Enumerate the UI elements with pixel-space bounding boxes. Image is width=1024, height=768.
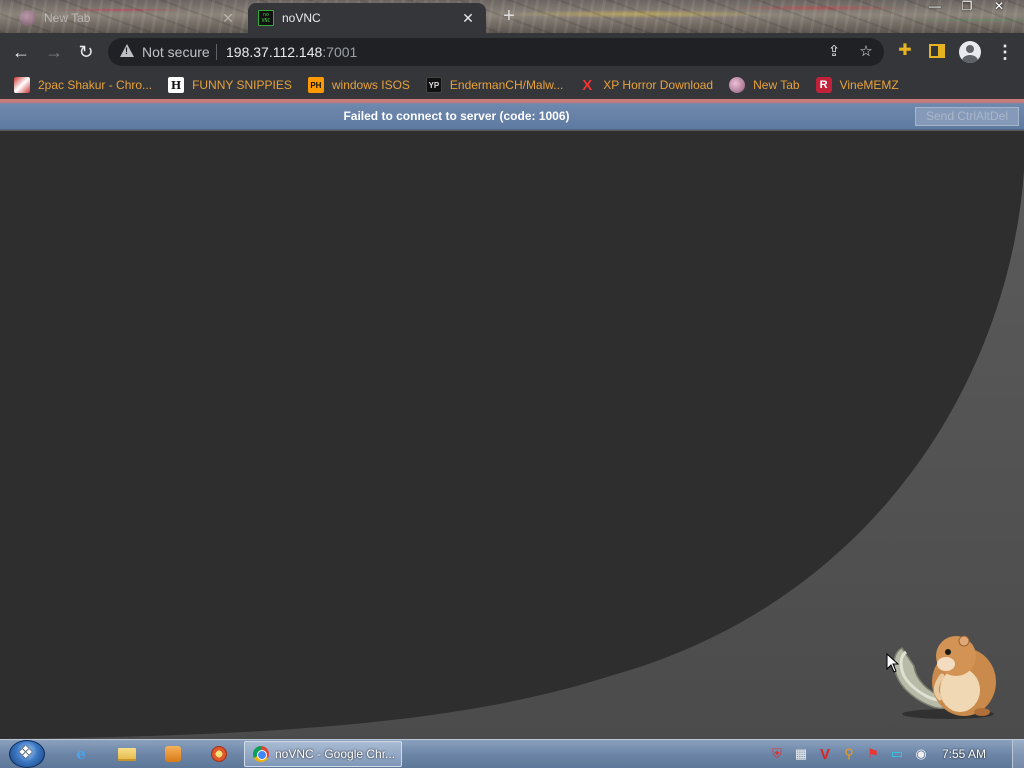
flag-icon[interactable]: ⚑	[864, 745, 882, 763]
bookmark-xp-horror[interactable]: X XP Horror Download	[579, 76, 714, 94]
bookmark-label: FUNNY SNIPPIES	[192, 78, 292, 92]
new-tab-button[interactable]: +	[498, 6, 520, 28]
tab-title: noVNC	[282, 11, 321, 25]
url-host: 198.37.112.148	[226, 44, 323, 60]
bookmark-star-icon[interactable]: ☆	[856, 42, 876, 62]
browser-toolbar: ← → ↻ Not secure 198.37.112.148:7001 ⇪ ☆…	[0, 33, 1024, 71]
bookmark-label: 2pac Shakur - Chro...	[38, 78, 153, 92]
chip-icon[interactable]: ▦	[792, 745, 810, 763]
close-icon[interactable]: ✕	[988, 0, 1010, 14]
search-tool-icon[interactable]: ⚲	[840, 745, 858, 763]
window-controls: — ❐ ✕	[924, 0, 1010, 14]
tab-title: New Tab	[44, 11, 91, 25]
internet-explorer-icon[interactable]: e	[70, 744, 92, 764]
bookmark-funny-snippies[interactable]: H FUNNY SNIPPIES	[168, 77, 292, 93]
hamster-mascot-icon	[893, 635, 996, 719]
taskbar-clock[interactable]: 7:55 AM	[942, 747, 986, 761]
side-panel-icon[interactable]	[929, 44, 945, 58]
r-favicon-icon: R	[815, 77, 832, 93]
display-icon[interactable]: ▭	[888, 745, 906, 763]
extensions-puzzle-icon[interactable]: ✚	[896, 42, 914, 60]
bookmark-vinememz[interactable]: R VineMEMZ	[815, 77, 899, 93]
explorer-folder-icon[interactable]	[116, 744, 138, 764]
novnc-page: Failed to connect to server (code: 1006)…	[0, 99, 1024, 739]
taskbar-chrome-task[interactable]: noVNC - Google Chr...	[244, 741, 402, 767]
v-icon[interactable]: V	[816, 745, 834, 763]
address-bar[interactable]: Not secure 198.37.112.148:7001 ⇪ ☆	[108, 38, 884, 66]
mouse-cursor-icon	[886, 653, 900, 673]
minimize-icon[interactable]: —	[924, 0, 946, 14]
tab-novnc[interactable]: no VNC noVNC ✕	[248, 3, 486, 33]
show-desktop-button[interactable]	[1012, 740, 1024, 768]
forward-arrow-icon[interactable]: →	[43, 41, 65, 63]
warning-icon[interactable]	[120, 44, 134, 57]
browser-tab-strip: New Tab ✕ no VNC noVNC ✕ + — ❐ ✕	[0, 0, 1024, 33]
connection-status-message: Failed to connect to server (code: 1006)	[343, 109, 570, 123]
novnc-favicon-icon: no VNC	[258, 10, 274, 26]
bookmark-endermanch[interactable]: YP EndermanCH/Malw...	[425, 77, 564, 93]
url-port: :7001	[322, 44, 358, 60]
windows-taskbar: e noVNC - Google Chr... ⛨ ▦ V ⚲ ⚑ ▭ ◉ 7:…	[0, 739, 1024, 768]
reload-icon[interactable]: ↻	[75, 41, 97, 63]
task-label: noVNC - Google Chr...	[275, 747, 396, 761]
profile-avatar-icon[interactable]	[959, 41, 981, 63]
bookmark-2pac[interactable]: 2pac Shakur - Chro...	[14, 77, 152, 93]
media-player-icon[interactable]	[162, 744, 184, 764]
close-tab-icon[interactable]: ✕	[220, 10, 236, 27]
record-icon[interactable]: ◉	[912, 745, 930, 763]
h-favicon-icon: H	[168, 77, 185, 93]
start-button[interactable]	[9, 740, 45, 768]
bookmark-label: VineMEMZ	[839, 78, 899, 92]
send-ctrl-alt-del-button[interactable]: Send CtrlAltDel	[915, 107, 1019, 126]
back-arrow-icon[interactable]: ←	[10, 41, 32, 63]
security-label[interactable]: Not secure	[142, 44, 210, 60]
2pac-favicon-icon	[14, 77, 30, 93]
restore-icon[interactable]: ❐	[956, 0, 978, 14]
app-icon[interactable]	[208, 744, 230, 764]
bookmark-new-tab[interactable]: New Tab	[729, 77, 800, 93]
bookmark-label: EndermanCH/Malw...	[449, 78, 564, 92]
system-tray: ⛨ ▦ V ⚲ ⚑ ▭ ◉	[768, 745, 930, 763]
tab-new-tab[interactable]: New Tab ✕	[10, 3, 246, 33]
novnc-status-bar: Failed to connect to server (code: 1006)…	[0, 99, 1024, 130]
x-favicon-icon: X	[582, 76, 593, 94]
share-icon[interactable]: ⇪	[824, 42, 844, 62]
ph-favicon-icon: PH	[307, 77, 324, 93]
security-icon[interactable]: ⛨	[768, 745, 786, 763]
menu-dots-icon[interactable]: ⋮	[996, 41, 1014, 63]
bookmark-label: XP Horror Download	[603, 78, 714, 92]
newtab-favicon-icon	[729, 77, 746, 93]
bookmark-windows-isos[interactable]: PH windows ISOS	[307, 77, 410, 93]
divider	[216, 44, 217, 60]
bookmark-label: New Tab	[753, 78, 800, 92]
bookmarks-bar: 2pac Shakur - Chro... H FUNNY SNIPPIES P…	[0, 71, 1024, 99]
bookmark-label: windows ISOS	[331, 78, 410, 92]
yp-favicon-icon: YP	[425, 77, 442, 93]
remote-desktop-canvas[interactable]	[0, 131, 1024, 739]
newtab-favicon-icon	[20, 10, 36, 26]
chrome-icon	[253, 746, 269, 762]
dark-curved-panel	[0, 131, 1024, 739]
url-text[interactable]: 198.37.112.148:7001	[226, 44, 357, 60]
close-tab-icon[interactable]: ✕	[460, 10, 476, 27]
